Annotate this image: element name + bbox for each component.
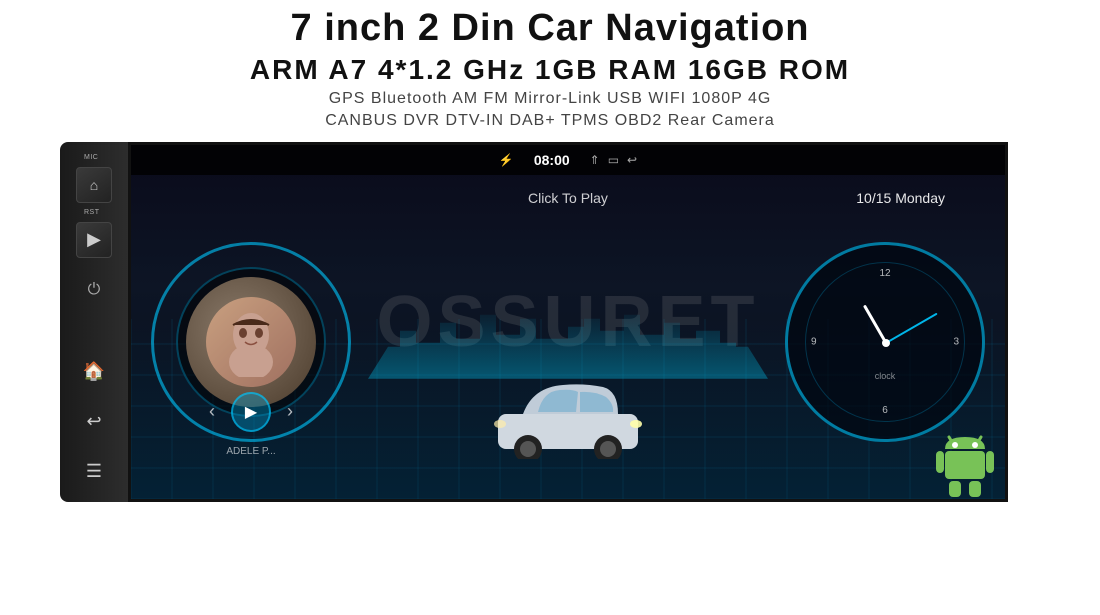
face-svg <box>221 307 281 377</box>
car-svg <box>488 369 648 459</box>
features-row2: CANBUS DVR DTV-IN DAB+ TPMS OBD2 Rear Ca… <box>0 112 1100 130</box>
album-face <box>206 297 296 387</box>
status-bar: ⚡ 08:00 ⇑ ▭ ↩ <box>131 145 1005 175</box>
side-controls-top: MIC ⌂ RST ▶ ⏻ <box>76 154 112 308</box>
android-logo <box>935 429 995 489</box>
android-svg <box>935 429 995 499</box>
car-area <box>488 369 648 459</box>
clock-circle: 12 3 6 9 <box>785 242 985 442</box>
clock-svg <box>806 263 966 423</box>
rst-group: RST <box>76 209 112 216</box>
home-nav-button[interactable]: 🏠 <box>76 354 112 390</box>
main-screen[interactable]: OSSURET ⚡ 08:00 ⇑ ▭ ↩ Click To Play <box>128 142 1008 502</box>
music-circle[interactable]: ‹ ▶ › ADELE P... <box>151 242 351 442</box>
album-art <box>186 277 316 407</box>
music-controls: ‹ ▶ › <box>209 392 293 432</box>
extra-nav-button[interactable]: ☰ <box>76 454 112 490</box>
click-to-play-label[interactable]: Click To Play <box>528 190 608 206</box>
specs-row: ARM A7 4*1.2 GHz 1GB RAM 16GB ROM <box>0 54 1100 86</box>
power-button[interactable]: ⏻ <box>76 272 112 308</box>
status-icons-right: ⇑ ▭ ↩ <box>590 153 637 167</box>
date-display: 10/15 Monday <box>856 190 945 206</box>
mic-group: MIC <box>76 154 112 161</box>
next-button[interactable]: › <box>287 401 293 422</box>
prev-button[interactable]: ‹ <box>209 401 215 422</box>
screen-content: OSSURET ⚡ 08:00 ⇑ ▭ ↩ Click To Play <box>131 145 1005 499</box>
clock-label: clock <box>875 371 896 381</box>
features-row1: GPS Bluetooth AM FM Mirror-Link USB WIFI… <box>0 90 1100 108</box>
device-container: MIC ⌂ RST ▶ ⏻ 🏠 ↩ ☰ OSSURET <box>60 142 1040 502</box>
clock-time: 08:00 <box>534 152 570 168</box>
header-section: 7 inch 2 Din Car Navigation ARM A7 4*1.2… <box>0 0 1100 130</box>
window-icon: ▭ <box>608 153 619 167</box>
play-side-button[interactable]: ▶ <box>76 222 112 258</box>
back-icon: ↩ <box>627 153 637 167</box>
play-pause-button[interactable]: ▶ <box>231 392 271 432</box>
side-controls-bottom: 🏠 ↩ ☰ <box>76 354 112 490</box>
home-button[interactable]: ⌂ <box>76 167 112 203</box>
music-track-label: ADELE P... <box>226 446 275 457</box>
rst-label: RST <box>84 209 100 216</box>
page-wrapper: 7 inch 2 Din Car Navigation ARM A7 4*1.2… <box>0 0 1100 615</box>
clock-inner: 12 3 6 9 <box>805 262 965 422</box>
mic-label: MIC <box>84 154 98 161</box>
product-title: 7 inch 2 Din Car Navigation <box>0 8 1100 50</box>
clock-face: 12 3 6 9 <box>785 242 985 442</box>
bluetooth-icon: ⚡ <box>499 153 514 167</box>
arrows-icon: ⇑ <box>590 153 600 167</box>
side-panel: MIC ⌂ RST ▶ ⏻ 🏠 ↩ ☰ <box>60 142 128 502</box>
back-nav-button[interactable]: ↩ <box>76 404 112 440</box>
